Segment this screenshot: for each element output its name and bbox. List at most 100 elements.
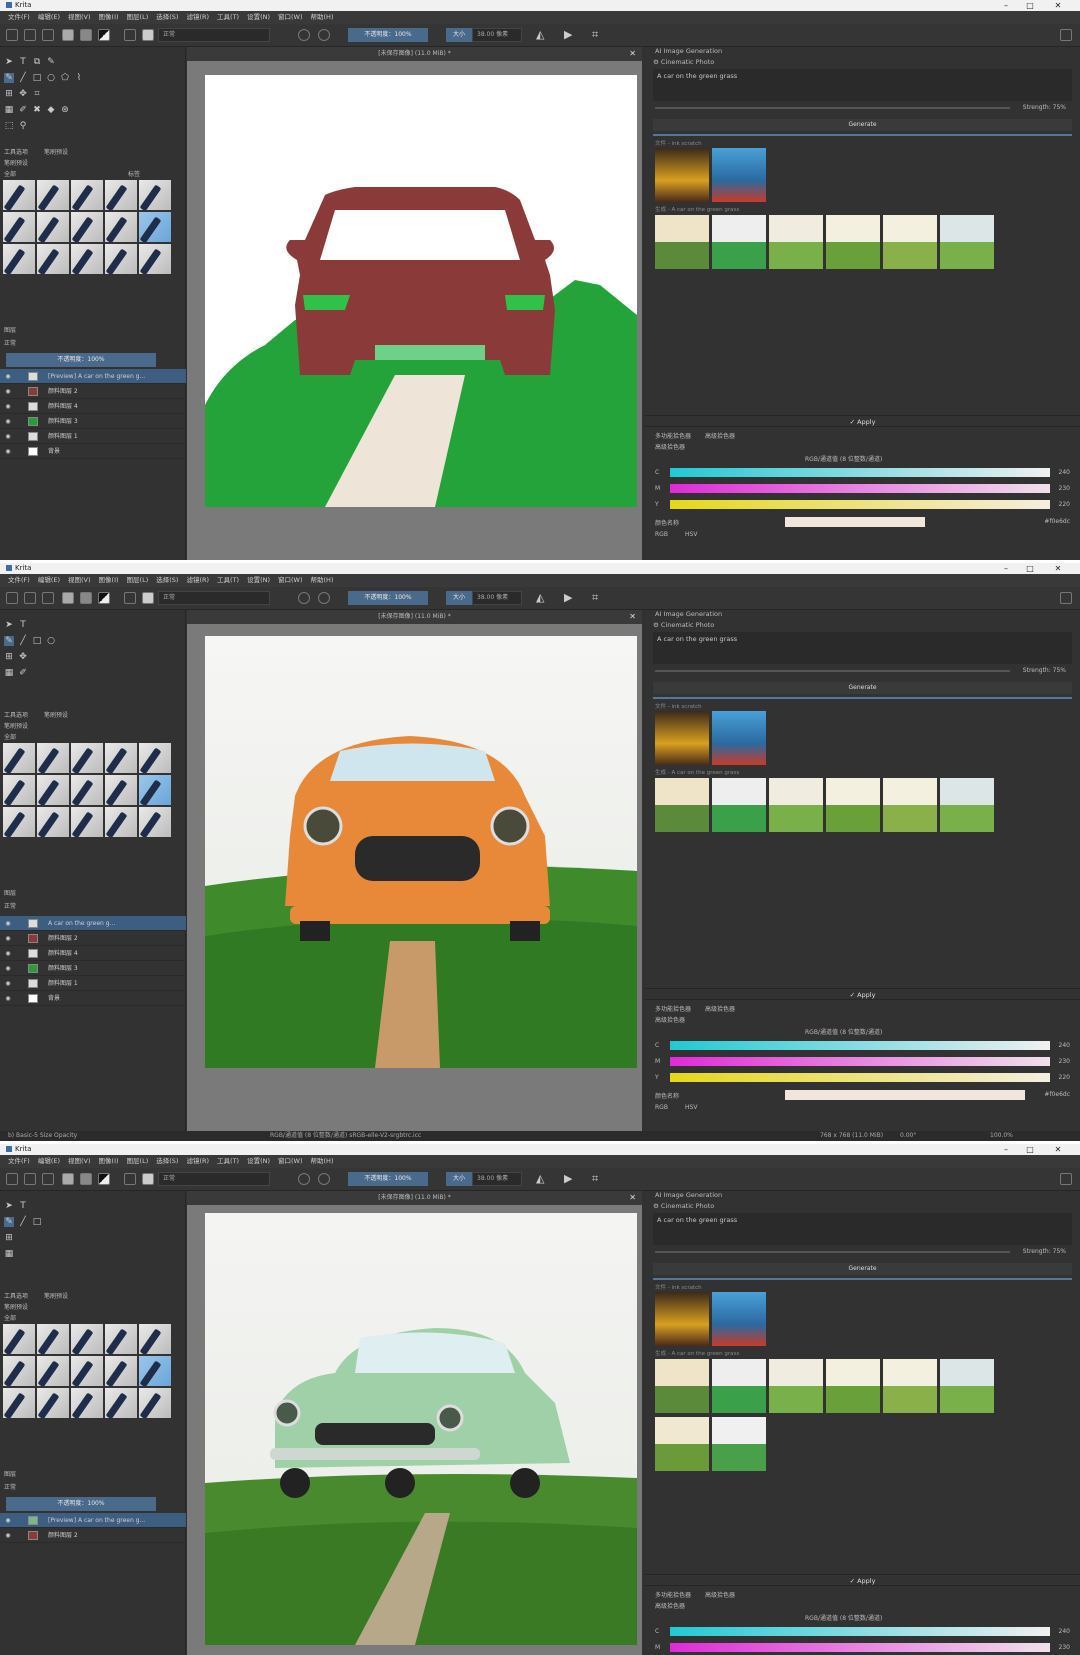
crop-icon[interactable]: ⌗ xyxy=(592,1173,604,1185)
history-thumb[interactable] xyxy=(655,215,709,269)
tab-advanced-color[interactable]: 高级拾色器 xyxy=(705,1590,735,1599)
history-thumb[interactable] xyxy=(826,215,880,269)
brush-preset[interactable] xyxy=(37,212,69,242)
brush-preset[interactable] xyxy=(105,743,137,773)
wrap-icon[interactable]: ▶ xyxy=(564,592,576,604)
brush-filter[interactable]: 全部 xyxy=(4,732,16,741)
brush-preset[interactable] xyxy=(71,743,103,773)
pattern-icon[interactable] xyxy=(80,1173,92,1185)
menu-edit[interactable]: 编辑(E) xyxy=(38,1157,60,1165)
open-file-icon[interactable] xyxy=(24,1173,36,1185)
blend-mode-select[interactable]: 正常 xyxy=(158,591,270,605)
menu-window[interactable]: 窗口(W) xyxy=(278,13,303,21)
brush-preset-icon[interactable] xyxy=(142,29,154,41)
c-channel-slider[interactable] xyxy=(670,1041,1050,1050)
brush-preset-selected[interactable] xyxy=(139,212,171,242)
menu-view[interactable]: 视图(V) xyxy=(68,576,91,584)
eye-icon[interactable]: ◉ xyxy=(4,399,12,414)
menu-help[interactable]: 帮助(H) xyxy=(311,576,334,584)
brush-preset[interactable] xyxy=(71,807,103,837)
tab-advanced-color[interactable]: 高级拾色器 xyxy=(705,1004,735,1013)
crop-icon[interactable]: ⌗ xyxy=(592,592,604,604)
status-zoom[interactable]: 100.0% xyxy=(990,1131,1013,1141)
color-picker-icon[interactable]: ✐ xyxy=(18,105,28,115)
close-button[interactable]: ✕ xyxy=(1048,1144,1068,1155)
brush-preset[interactable] xyxy=(105,775,137,805)
menu-window[interactable]: 窗口(W) xyxy=(278,576,303,584)
history-thumb[interactable] xyxy=(712,148,766,202)
layer-row[interactable]: ◉ [Preview] A car on the green g... xyxy=(0,1513,186,1528)
brush-preset-selected[interactable] xyxy=(139,1356,171,1386)
menu-layer[interactable]: 图层(L) xyxy=(127,1157,149,1165)
m-channel-slider[interactable] xyxy=(670,1057,1050,1066)
eye-icon[interactable]: ◉ xyxy=(4,1528,12,1543)
prompt-input[interactable]: A car on the green grass xyxy=(653,632,1072,664)
history-thumb[interactable] xyxy=(712,778,766,832)
eye-icon[interactable]: ◉ xyxy=(4,414,12,429)
brush-preset[interactable] xyxy=(37,743,69,773)
transform-tool-icon[interactable]: ⊞ xyxy=(4,1233,14,1243)
brush-preset[interactable] xyxy=(71,212,103,242)
minimize-button[interactable]: – xyxy=(996,0,1016,11)
brush-preset[interactable] xyxy=(105,1324,137,1354)
c-value[interactable]: 240 xyxy=(1059,1628,1070,1635)
layer-opacity-slider[interactable]: 不透明度：100% xyxy=(6,1497,156,1511)
new-file-icon[interactable] xyxy=(6,1173,18,1185)
tab-advanced-color[interactable]: 高级拾色器 xyxy=(705,431,735,440)
brush-preset[interactable] xyxy=(3,244,35,274)
assistant-tool-icon[interactable]: ⊛ xyxy=(60,105,70,115)
history-thumb[interactable] xyxy=(826,778,880,832)
brush-preset[interactable] xyxy=(105,1388,137,1418)
calligraphy-icon[interactable]: ✎ xyxy=(46,57,56,67)
history-thumb[interactable] xyxy=(655,1292,709,1346)
opacity-slider[interactable]: 不透明度：100% xyxy=(348,591,428,605)
brush-preset[interactable] xyxy=(3,743,35,773)
menu-image[interactable]: 图像(I) xyxy=(99,13,119,21)
workspace-icon[interactable] xyxy=(1060,29,1072,41)
layer-row[interactable]: ◉ 颜料图层 2 xyxy=(0,1528,186,1543)
text-tool-icon[interactable]: T xyxy=(18,57,28,67)
zoom-tool-icon[interactable]: ⚲ xyxy=(18,121,28,131)
size-slider[interactable]: 38.00 像素 xyxy=(472,1172,522,1186)
eye-icon[interactable]: ◉ xyxy=(4,916,12,931)
history-thumb[interactable] xyxy=(826,1359,880,1413)
gradient-icon[interactable] xyxy=(62,592,74,604)
menu-image[interactable]: 图像(I) xyxy=(99,576,119,584)
brush-preset[interactable] xyxy=(3,807,35,837)
m-value[interactable]: 230 xyxy=(1059,1058,1070,1065)
history-thumb[interactable] xyxy=(655,711,709,765)
history-thumb[interactable] xyxy=(940,1359,994,1413)
y-value[interactable]: 220 xyxy=(1059,1074,1070,1081)
brush-tag[interactable]: 标签 xyxy=(128,169,140,178)
style-select[interactable]: ⚙ Cinematic Photo xyxy=(653,57,1072,68)
y-channel-slider[interactable] xyxy=(670,1073,1050,1082)
select-tool-icon[interactable]: ➤ xyxy=(4,57,14,67)
layer-blend-mode[interactable]: 正常 xyxy=(4,901,16,910)
save-file-icon[interactable] xyxy=(42,29,54,41)
transform-tool-icon[interactable]: ⊞ xyxy=(4,89,14,99)
brush-filter[interactable]: 全部 xyxy=(4,1313,16,1322)
brush-settings-icon[interactable] xyxy=(124,592,136,604)
prompt-input[interactable]: A car on the green grass xyxy=(653,1213,1072,1245)
hsv-toggle[interactable]: HSV xyxy=(685,531,697,538)
maximize-button[interactable]: □ xyxy=(1020,0,1040,11)
edit-shape-icon[interactable]: ⧉ xyxy=(32,57,42,67)
brush-preset[interactable] xyxy=(105,180,137,210)
size-slider[interactable]: 38.00 像素 xyxy=(472,28,522,42)
gradient-icon[interactable] xyxy=(62,1173,74,1185)
tab-multi-color[interactable]: 多功能拾色器 xyxy=(655,431,691,440)
m-value[interactable]: 230 xyxy=(1059,485,1070,492)
menu-view[interactable]: 视图(V) xyxy=(68,13,91,21)
brush-preset[interactable] xyxy=(37,1356,69,1386)
history-thumb[interactable] xyxy=(769,778,823,832)
brush-preset[interactable] xyxy=(3,180,35,210)
move-tool-icon[interactable]: ✥ xyxy=(18,652,28,662)
transform-tool-icon[interactable]: ⊞ xyxy=(4,652,14,662)
tab-brush-presets[interactable]: 笔刷预设 xyxy=(44,1291,68,1300)
gradient-tool-icon[interactable]: ▦ xyxy=(4,105,14,115)
brush-preset[interactable] xyxy=(71,775,103,805)
opacity-slider[interactable]: 不透明度：100% xyxy=(348,28,428,42)
c-value[interactable]: 240 xyxy=(1059,1042,1070,1049)
layer-opacity-slider[interactable]: 不透明度：100% xyxy=(6,353,156,367)
text-tool-icon[interactable]: T xyxy=(18,1201,28,1211)
